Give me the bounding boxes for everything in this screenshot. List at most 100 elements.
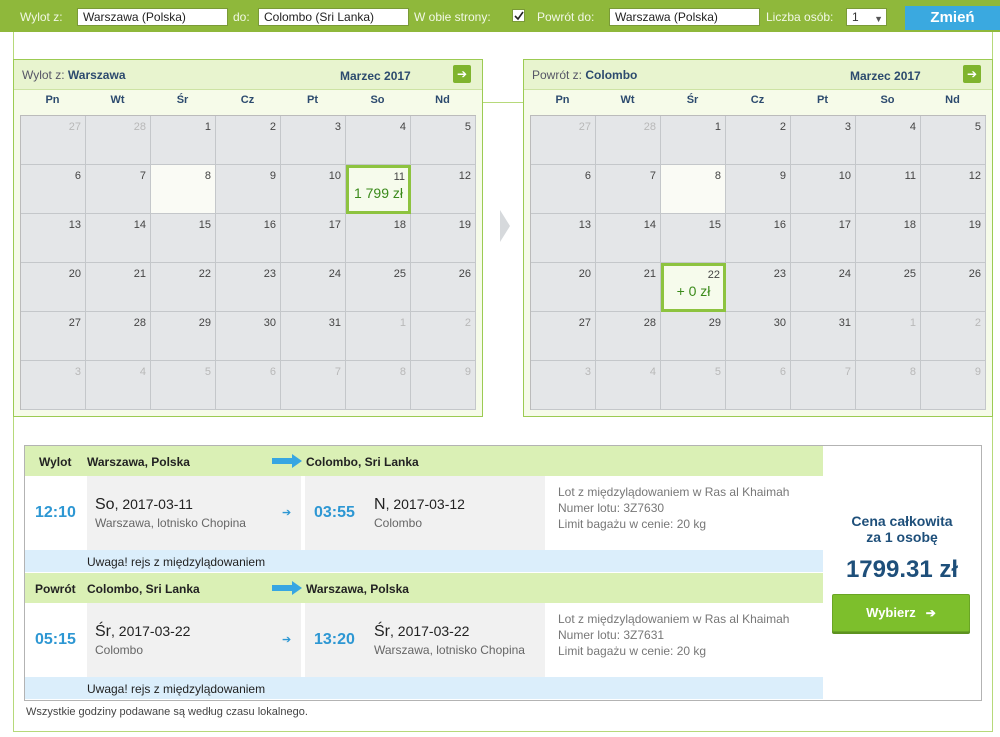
calendar-day[interactable]: 15 [151, 214, 216, 263]
calendar-day[interactable]: 23 [726, 263, 791, 312]
from-input[interactable] [77, 8, 228, 26]
calendar-day[interactable]: 13 [21, 214, 86, 263]
inbound-details: 05:15 Śr, 2017-03-22 Colombo ➔ 13:20 Śr,… [25, 603, 823, 677]
calendar-day[interactable]: 29 [661, 312, 726, 361]
calendar-day[interactable]: 25 [856, 263, 921, 312]
calendar-day-outside: 7 [281, 361, 346, 410]
calendar-day[interactable]: 10 [281, 165, 346, 214]
roundtrip-label: W obie strony: [414, 10, 491, 24]
calendar-day[interactable]: 28 [86, 312, 151, 361]
day-price: 1 799 zł [353, 185, 404, 201]
calendar-day[interactable]: 31 [281, 312, 346, 361]
calendar-day[interactable]: 27 [21, 312, 86, 361]
calendar-day[interactable]: 22 [151, 263, 216, 312]
calendar-day[interactable]: 19 [411, 214, 476, 263]
calendar-day[interactable]: 11 1 799 zł [346, 165, 411, 214]
calendar-day[interactable]: 20 [531, 263, 596, 312]
calendar-day[interactable]: 29 [151, 312, 216, 361]
calendar-day[interactable]: 3 [281, 116, 346, 165]
to-input[interactable] [258, 8, 409, 26]
baggage-limit: Limit bagażu w cenie: 20 kg [558, 517, 707, 531]
calendar-day[interactable]: 27 [531, 312, 596, 361]
calendar-day[interactable]: 7 [596, 165, 661, 214]
return-input[interactable] [609, 8, 760, 26]
day-number: 4 [649, 366, 656, 378]
calendar-day[interactable]: 9 [726, 165, 791, 214]
calendar-day[interactable]: 17 [281, 214, 346, 263]
choose-label: Wybierz [866, 605, 916, 620]
calendar-day[interactable]: 18 [346, 214, 411, 263]
calendar-day[interactable]: 14 [596, 214, 661, 263]
day-number: 27 [578, 121, 591, 133]
calendar-day[interactable]: 7 [86, 165, 151, 214]
outbound-from: Warszawa, Polska [87, 455, 190, 469]
persons-select[interactable]: 1 ▼ [846, 8, 887, 26]
calendar-day[interactable]: 28 [596, 312, 661, 361]
calendar-day[interactable]: 8 [151, 165, 216, 214]
calendar-day[interactable]: 6 [531, 165, 596, 214]
calendar-day[interactable]: 23 [216, 263, 281, 312]
arrow-right-icon: ➔ [925, 606, 936, 620]
calendar-day-outside: 2 [921, 312, 986, 361]
calendar-day[interactable]: 13 [531, 214, 596, 263]
calendar-grid: 27 28 1 2 3 4 5 6 7 8 9 10 11 1 799 zł 12 13 14 15 16 17 18 1… [20, 115, 476, 410]
calendar-day[interactable]: 9 [216, 165, 281, 214]
calendar-day[interactable]: 10 [791, 165, 856, 214]
calendar-day[interactable]: 12 [411, 165, 476, 214]
day-number: 8 [399, 366, 406, 378]
calendar-day[interactable]: 25 [346, 263, 411, 312]
calendar-day[interactable]: 24 [791, 263, 856, 312]
calendar-day[interactable]: 1 [661, 116, 726, 165]
calendar-day[interactable]: 16 [726, 214, 791, 263]
calendar-day[interactable]: 12 [921, 165, 986, 214]
calendar-day[interactable]: 15 [661, 214, 726, 263]
calendar-day[interactable]: 1 [151, 116, 216, 165]
calendar-day[interactable]: 26 [411, 263, 476, 312]
calendar-day[interactable]: 4 [856, 116, 921, 165]
calendar-day[interactable]: 3 [791, 116, 856, 165]
calendar-day[interactable]: 17 [791, 214, 856, 263]
choose-button[interactable]: Wybierz ➔ [832, 594, 970, 632]
day-number: 19 [458, 219, 471, 231]
return-calendar: Powrót z: Colombo Marzec 2017 ➔ Pn Wt Śr Cz… [523, 59, 993, 417]
roundtrip-checkbox[interactable] [512, 9, 525, 22]
calendar-day-outside: 27 [21, 116, 86, 165]
inbound-header: Powrót Colombo, Sri Lanka Warszawa, Pols… [25, 573, 823, 603]
day-number: 7 [334, 366, 341, 378]
day-number: 4 [399, 121, 406, 133]
day-number: 1 [204, 121, 211, 133]
calendar-day[interactable]: 5 [411, 116, 476, 165]
calendar-day[interactable]: 14 [86, 214, 151, 263]
calendar-day[interactable]: 6 [21, 165, 86, 214]
calendar-day[interactable]: 20 [21, 263, 86, 312]
calendar-day[interactable]: 30 [726, 312, 791, 361]
persons-value: 1 [852, 10, 859, 24]
weekday-header: Pn [45, 94, 60, 106]
calendar-day[interactable]: 22 + 0 zł [661, 263, 726, 312]
stopover-info: Lot z międzylądowaniem w Ras al Khaimah [558, 612, 790, 626]
calendar-day-outside: 1 [346, 312, 411, 361]
calendar-day[interactable]: 5 [921, 116, 986, 165]
calendar-day[interactable]: 4 [346, 116, 411, 165]
calendar-day[interactable]: 31 [791, 312, 856, 361]
day-number: 5 [714, 366, 721, 378]
calendar-day[interactable]: 18 [856, 214, 921, 263]
calendar-day[interactable]: 21 [86, 263, 151, 312]
day-number: 29 [198, 317, 211, 329]
calendar-day[interactable]: 2 [726, 116, 791, 165]
calendar-day[interactable]: 24 [281, 263, 346, 312]
next-month-button[interactable]: ➔ [453, 65, 471, 83]
calendar-day[interactable]: 16 [216, 214, 281, 263]
calendar-day[interactable]: 26 [921, 263, 986, 312]
calendar-day[interactable]: 21 [596, 263, 661, 312]
next-month-button[interactable]: ➔ [963, 65, 981, 83]
change-button[interactable]: Zmień [905, 6, 1000, 30]
calendar-day[interactable]: 19 [921, 214, 986, 263]
calendar-day[interactable]: 8 [661, 165, 726, 214]
calendar-title: Powrót z: Colombo [532, 68, 638, 82]
calendar-day[interactable]: 2 [216, 116, 281, 165]
calendar-day[interactable]: 30 [216, 312, 281, 361]
day-number: 15 [708, 219, 721, 231]
calendar-month: Marzec 2017 [850, 69, 921, 83]
calendar-day[interactable]: 11 [856, 165, 921, 214]
